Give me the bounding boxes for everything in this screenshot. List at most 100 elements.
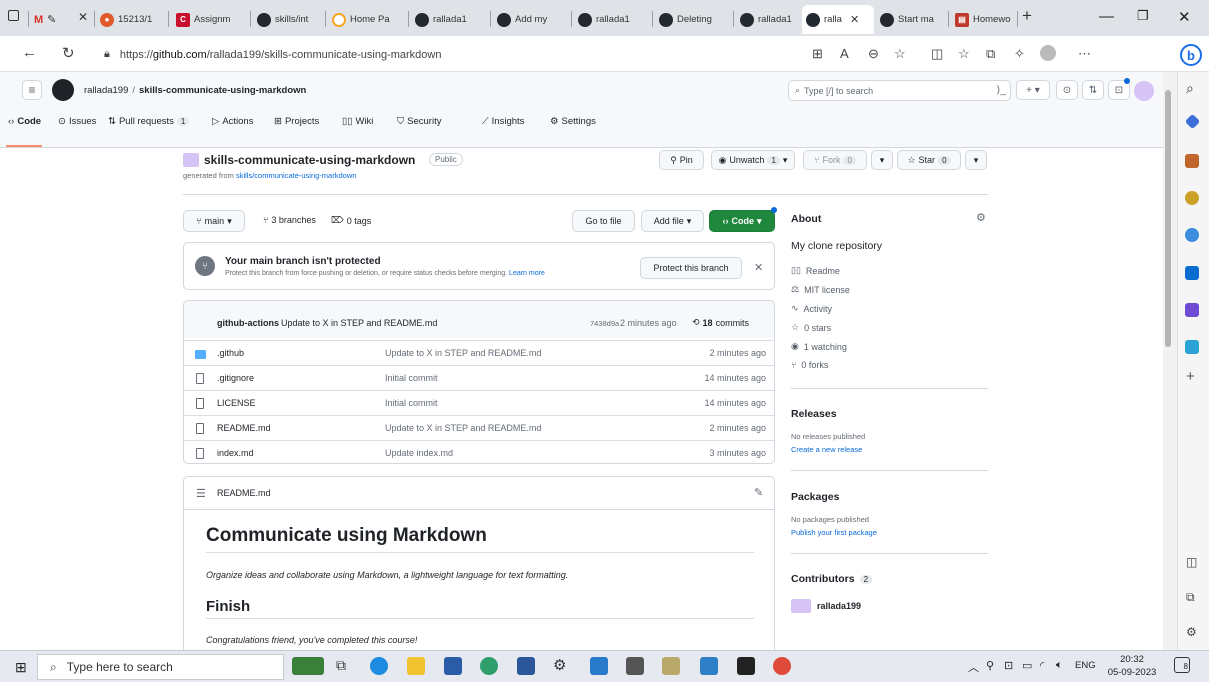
add-file-button[interactable]: Add file ▾ (641, 210, 704, 232)
go-to-file-button[interactable]: Go to file (572, 210, 635, 232)
edit-pencil-icon[interactable]: ✎ (754, 486, 763, 499)
network-icon[interactable]: ◜ (1040, 659, 1044, 672)
tab-3[interactable]: C Assignm (172, 5, 247, 34)
terminal-icon[interactable] (737, 657, 755, 675)
new-tab-icon[interactable]: + (1022, 6, 1032, 26)
create-new-button[interactable]: + ▾ (1016, 80, 1050, 100)
repo-link[interactable]: skills-communicate-using-markdown (139, 85, 306, 96)
sidebar-search-icon[interactable]: ⌕ (1186, 80, 1194, 97)
tab-gmail[interactable]: M ✎ (30, 5, 58, 34)
scrollbar-thumb[interactable] (1165, 90, 1171, 347)
file-row[interactable]: LICENSE Initial commit 14 minutes ago (184, 390, 774, 415)
open-external-icon[interactable]: ⧉ (1186, 590, 1195, 605)
outlook-icon[interactable] (1185, 266, 1199, 280)
tab-6[interactable]: rallada1 (411, 5, 487, 34)
license-link[interactable]: ⚖ MIT license (791, 284, 850, 295)
app-icon[interactable] (773, 657, 791, 675)
zoom-icon[interactable]: ⊖ (868, 46, 879, 62)
commits-link[interactable]: ⟲ 18 commits (692, 317, 749, 328)
favorite-star-icon[interactable]: ☆ (894, 46, 906, 62)
tab-actions[interactable]: ▷ Actions (212, 116, 253, 127)
tools-icon[interactable] (1185, 154, 1199, 168)
file-commit-msg[interactable]: Update to X in STEP and README.md (385, 423, 541, 433)
user-avatar[interactable] (1134, 81, 1154, 101)
star-button[interactable]: ☆ Star 0 (897, 150, 961, 170)
packages-heading[interactable]: Packages (791, 491, 839, 503)
owner-link[interactable]: rallada199 (84, 85, 128, 96)
file-commit-msg[interactable]: Initial commit (385, 398, 438, 408)
hide-sidebar-icon[interactable]: ◫ (1186, 555, 1197, 569)
app-icon[interactable] (480, 657, 498, 675)
volume-icon[interactable]: 🔈︎ (1056, 659, 1063, 672)
taskbar-search-input[interactable]: ⌕ Type here to search (37, 654, 284, 680)
tab-8[interactable]: rallada1 (574, 5, 650, 34)
unwatch-button[interactable]: ◉ Unwatch 1 ▾ (711, 150, 795, 170)
weather-widget-icon[interactable] (292, 657, 324, 675)
fork-button[interactable]: ⑂ Fork 0 (803, 150, 867, 170)
mail-icon[interactable] (444, 657, 462, 675)
vscode-icon[interactable] (590, 657, 608, 675)
minimize-icon[interactable]: — (1099, 8, 1114, 25)
activity-link[interactable]: ∿ Activity (791, 303, 832, 314)
sidebar-settings-icon[interactable]: ⚙ (1186, 625, 1197, 639)
extensions-icon[interactable]: ✧ (1014, 46, 1025, 62)
file-name[interactable]: index.md (217, 448, 254, 458)
tab-security[interactable]: ⛉ Security (397, 116, 441, 127)
word-icon[interactable] (517, 657, 535, 675)
add-sidebar-app-icon[interactable]: + (1186, 368, 1195, 385)
file-commit-msg[interactable]: Update index.md (385, 448, 453, 458)
tab-12[interactable]: Start ma (876, 5, 946, 34)
tab-code[interactable]: ‹› Code (8, 116, 41, 127)
back-icon[interactable]: ← (22, 44, 37, 61)
close-icon[interactable]: ✕ (754, 261, 763, 274)
gear-icon[interactable]: ⚙ (976, 211, 986, 224)
app-icon[interactable] (700, 657, 718, 675)
pull-requests-button[interactable]: ⇅ (1082, 80, 1104, 100)
collections-icon[interactable]: ⧉ (986, 46, 995, 62)
tab-settings[interactable]: ⚙ Settings (550, 116, 596, 127)
commit-sha[interactable]: 7438d9a (590, 319, 619, 328)
calculator-icon[interactable] (626, 657, 644, 675)
file-row[interactable]: index.md Update index.md 3 minutes ago (184, 440, 774, 463)
branches-link[interactable]: ⑂ 3 branches (263, 215, 316, 225)
contributors-header[interactable]: Contributors 2 (791, 573, 873, 585)
issues-button[interactable]: ⊙ (1056, 80, 1078, 100)
tags-link[interactable]: ⌦ 0 tags (331, 215, 371, 226)
address-bar[interactable]: 🔒︎ https://github.com/rallada199/skills-… (104, 43, 810, 66)
drop-icon[interactable] (1185, 340, 1199, 354)
star-dropdown[interactable]: ▾ (965, 150, 987, 170)
tab-9[interactable]: Deleting (655, 5, 731, 34)
tray-icon[interactable]: ⊡ (1004, 659, 1013, 672)
settings-gear-icon[interactable]: ⚙ (553, 656, 566, 674)
file-name[interactable]: LICENSE (217, 398, 256, 408)
file-commit-msg[interactable]: Initial commit (385, 373, 438, 383)
repo-title[interactable]: skills-communicate-using-markdown (204, 153, 415, 167)
charts-app-icon[interactable] (662, 657, 680, 675)
fork-dropdown[interactable]: ▾ (871, 150, 893, 170)
battery-icon[interactable]: ▭ (1022, 659, 1032, 672)
bing-copilot-icon[interactable]: b (1180, 44, 1202, 66)
file-commit-msg[interactable]: Update to X in STEP and README.md (385, 348, 541, 358)
tab-5[interactable]: Home Pa (328, 5, 406, 34)
file-name[interactable]: README.md (217, 423, 271, 433)
branch-select[interactable]: ⑂ main ▾ (183, 210, 245, 232)
tab-2[interactable]: ● 15213/1 (96, 5, 166, 34)
tab-7[interactable]: Add my (493, 5, 569, 34)
refresh-icon[interactable]: ↻ (62, 44, 75, 62)
close-tab-icon[interactable]: ✕ (78, 10, 88, 24)
file-row[interactable]: .gitignore Initial commit 14 minutes ago (184, 365, 774, 390)
tab-pull-requests[interactable]: ⇅ Pull requests 1 (108, 116, 190, 127)
github-logo-icon[interactable] (52, 79, 74, 101)
template-link[interactable]: skills/communicate-using-markdown (236, 171, 356, 180)
notification-center-icon[interactable]: 8 (1174, 657, 1190, 673)
file-explorer-icon[interactable] (407, 657, 425, 675)
learn-more-link[interactable]: Learn more (509, 270, 545, 277)
list-icon[interactable]: ☰ (196, 487, 206, 500)
file-name[interactable]: .github (217, 348, 244, 358)
commit-author[interactable]: github-actions (217, 318, 279, 328)
menu-icon[interactable]: ≡ (22, 80, 42, 100)
releases-heading[interactable]: Releases (791, 408, 837, 420)
show-hidden-icons-icon[interactable]: ︿ (968, 659, 979, 675)
windows-start-icon[interactable]: ⊞ (15, 659, 27, 676)
favorites-icon[interactable]: ☆ (958, 46, 970, 62)
